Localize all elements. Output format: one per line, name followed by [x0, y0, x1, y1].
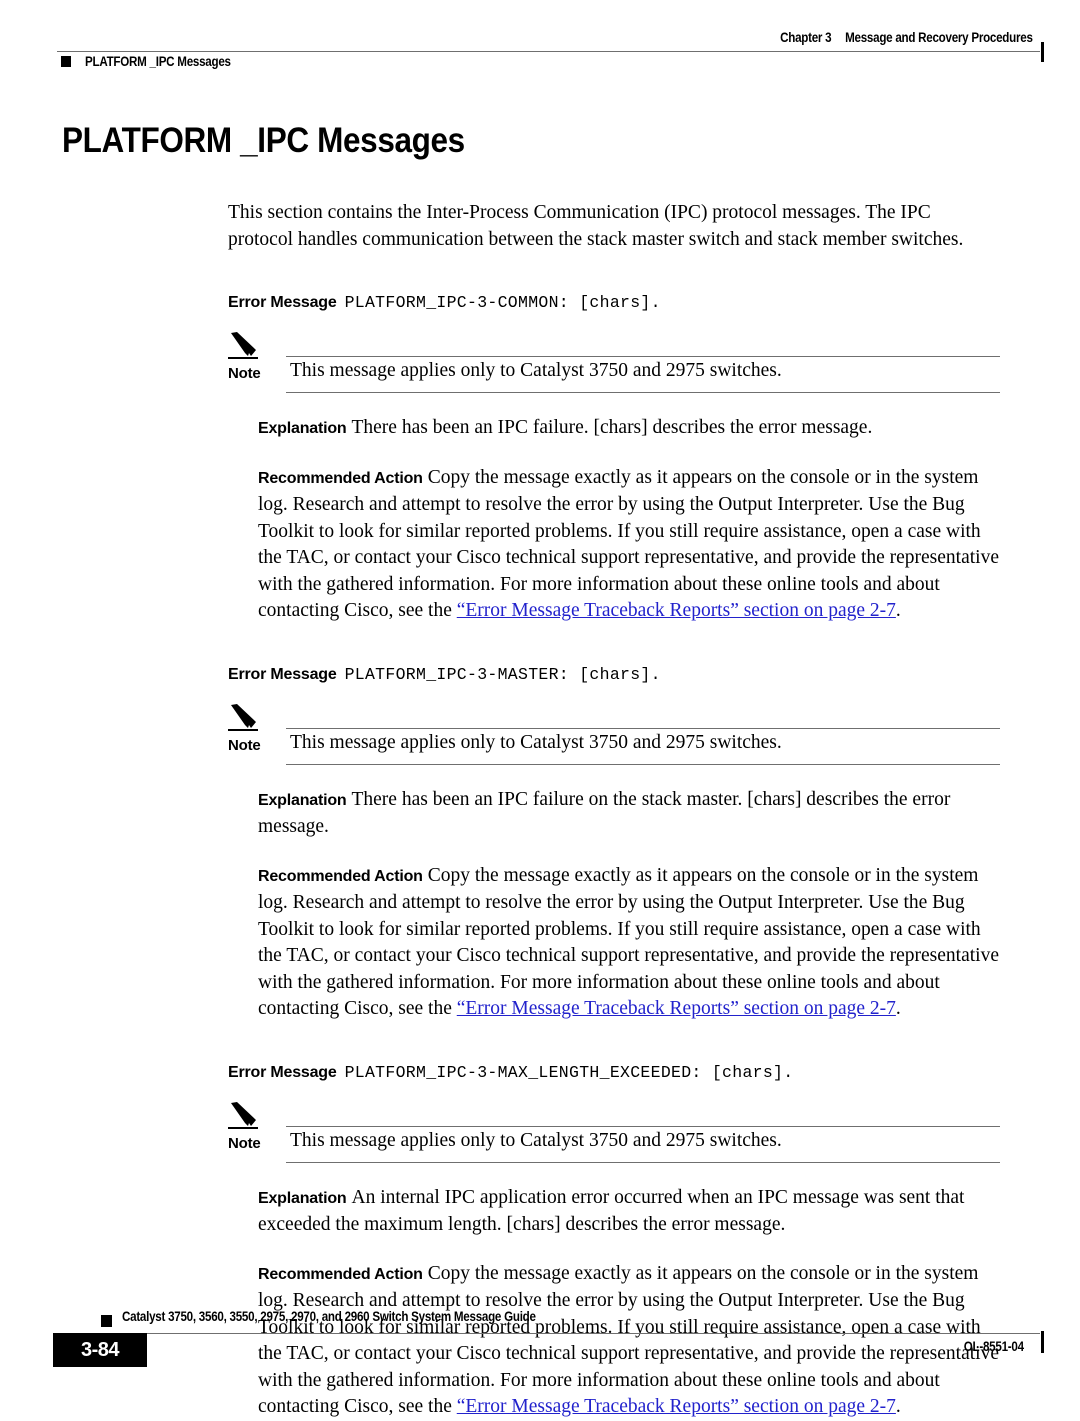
explanation-label: Explanation — [258, 420, 347, 437]
note-rule-top — [286, 356, 1000, 357]
message-block: Error Message PLATFORM_IPC-3-MASTER: [cha… — [228, 662, 1000, 1023]
note-label: Note — [228, 1134, 261, 1152]
recommended-action-tail: . — [895, 600, 901, 621]
traceback-reports-link[interactable]: “Error Message Traceback Reports” sectio… — [457, 1396, 896, 1417]
traceback-reports-link[interactable]: “Error Message Traceback Reports” sectio… — [457, 600, 896, 621]
error-message-label: Error Message — [228, 294, 337, 311]
error-message-line: Error Message PLATFORM_IPC-3-MAX_LENGTH_E… — [228, 1060, 1000, 1085]
message-block: Error Message PLATFORM_IPC-3-COMMON: [cha… — [228, 290, 1000, 625]
note-rule-bottom — [286, 1161, 1000, 1163]
page-content: PLATFORM _IPC Messages This section cont… — [0, 120, 1080, 1421]
header-bullet-marker-icon — [61, 56, 71, 67]
header-chapter-label: Chapter 3 — [780, 30, 832, 45]
explanation-paragraph: Explanation There has been an IPC failure… — [258, 415, 1002, 443]
note-rule-bottom — [286, 763, 1000, 765]
error-message-id: PLATFORM_IPC-3-COMMON: [chars]. — [344, 293, 661, 312]
intro-paragraph: This section contains the Inter-Process … — [228, 202, 964, 250]
page-title: PLATFORM _IPC Messages — [62, 121, 465, 160]
footer-doc-id: OL-8551-04 — [963, 1339, 1024, 1354]
error-message-id: PLATFORM_IPC-3-MAX_LENGTH_EXCEEDED: [cha… — [344, 1062, 794, 1082]
recommended-action-label: Recommended Action — [258, 867, 423, 885]
page-footer: Catalyst 3750, 3560, 3550, 2975, 2970, a… — [0, 1299, 1080, 1373]
note-block: Note This message applies only to Cataly… — [228, 703, 1000, 765]
note-block: Note This message applies only to Cataly… — [228, 331, 1000, 393]
explanation-paragraph: Explanation There has been an IPC failure… — [258, 787, 1002, 841]
explanation-text: There has been an IPC failure on the sta… — [258, 788, 951, 838]
note-text: This message applies only to Catalyst 37… — [290, 360, 782, 381]
error-message-label: Error Message — [228, 665, 337, 683]
body-column: This section contains the Inter-Process … — [228, 200, 1000, 1421]
note-rule-bottom — [286, 392, 1000, 393]
footer-rule — [101, 1333, 1040, 1334]
explanation-label: Explanation — [258, 791, 347, 809]
header-rule — [57, 51, 1040, 52]
error-message-label: Error Message — [228, 1063, 337, 1081]
note-rule-top — [286, 1125, 1000, 1127]
footer-page-number: 3-84 — [80, 1339, 120, 1361]
footer-right-tick — [1041, 1331, 1044, 1353]
explanation-label: Explanation — [258, 1189, 347, 1207]
explanation-paragraph: Explanation An internal IPC application e… — [258, 1185, 1002, 1239]
header-chapter-title: Message and Recovery Procedures — [845, 30, 1033, 45]
note-text: This message applies only to Catalyst 37… — [290, 731, 782, 753]
recommended-action-paragraph: Recommended Action Copy the message exact… — [258, 863, 1002, 1023]
note-block: Note This message applies only to Cataly… — [228, 1101, 1000, 1163]
traceback-reports-link[interactable]: “Error Message Traceback Reports” sectio… — [457, 998, 896, 1019]
recommended-action-paragraph: Recommended Action Copy the message exact… — [258, 465, 1002, 625]
recommended-action-text: Copy the message exactly as it appears o… — [258, 466, 999, 622]
footer-guide-title: Catalyst 3750, 3560, 3550, 2975, 2970, a… — [122, 1309, 536, 1324]
pencil-icon — [228, 331, 262, 359]
recommended-action-tail: . — [895, 998, 901, 1019]
recommended-action-text: Copy the message exactly as it appears o… — [258, 864, 999, 1020]
note-text: This message applies only to Catalyst 37… — [290, 1129, 782, 1151]
explanation-text: There has been an IPC failure. [chars] d… — [351, 417, 873, 438]
pencil-icon — [228, 703, 262, 731]
pencil-icon — [228, 1101, 262, 1129]
error-message-id: PLATFORM_IPC-3-MASTER: [chars]. — [344, 664, 661, 684]
error-message-line: Error Message PLATFORM_IPC-3-COMMON: [cha… — [228, 290, 1000, 315]
explanation-text: An internal IPC application error occurr… — [258, 1186, 965, 1236]
recommended-action-label: Recommended Action — [258, 1265, 423, 1283]
page-header: Chapter 3 Message and Recovery Procedures… — [0, 30, 1080, 86]
recommended-action-tail: . — [895, 1396, 901, 1417]
footer-bullet-marker-icon — [101, 1315, 112, 1327]
error-message-line: Error Message PLATFORM_IPC-3-MASTER: [cha… — [228, 662, 1000, 687]
header-chapter-info: Chapter 3 Message and Recovery Procedures — [780, 30, 1033, 45]
header-right-tick — [1041, 42, 1044, 62]
note-rule-top — [286, 727, 1000, 729]
header-section-crumb: PLATFORM _IPC Messages — [85, 54, 231, 69]
recommended-action-label: Recommended Action — [258, 469, 423, 487]
note-label: Note — [228, 736, 261, 754]
note-label: Note — [228, 365, 261, 382]
